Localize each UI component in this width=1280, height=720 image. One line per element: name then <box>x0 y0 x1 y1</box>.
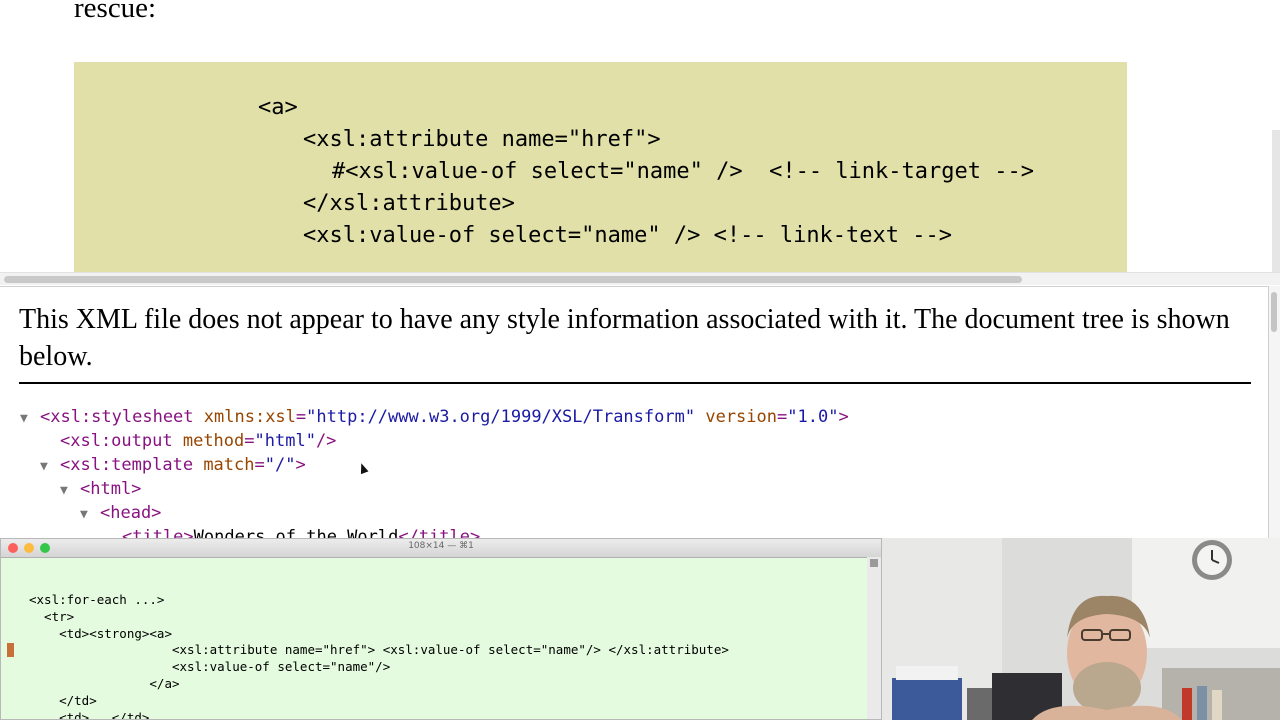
terminal-scrollbar[interactable] <box>867 557 881 719</box>
xml-open-tag: <xsl:stylesheet <box>40 407 194 427</box>
code-line: #<xsl:value-of select="name" /> <!-- lin… <box>332 159 1034 184</box>
slide-pane: rescue: <a> <xsl:attribute name="href"> … <box>0 0 1280 285</box>
presenter-webcam <box>882 538 1280 720</box>
xml-open-tag: <html> <box>80 479 142 499</box>
slide-horizontal-scrollbar[interactable] <box>0 272 1280 285</box>
xml-open-tag: <head> <box>100 503 162 523</box>
terminal-line: <xsl:value-of select="name"/> <box>29 659 391 675</box>
slide-intro-text: rescue: <box>74 0 157 24</box>
terminal-title: 108×14 — ⌘1 <box>408 541 474 551</box>
scroll-up-icon[interactable] <box>870 559 878 567</box>
xml-open-tag: <xsl:output <box>60 431 173 451</box>
collapse-toggle-icon[interactable]: ▼ <box>40 455 60 479</box>
scrollbar-thumb[interactable] <box>1271 292 1277 332</box>
terminal-cursor <box>7 643 14 657</box>
code-line: <xsl:attribute name="href"> <box>303 127 661 152</box>
scrollbar-thumb[interactable] <box>4 276 1022 283</box>
xml-attribute-value: "http://www.w3.org/1999/XSL/Transform" <box>306 407 696 427</box>
terminal-line: <td><strong><a> <box>29 625 172 641</box>
terminal-line: <xsl:attribute name="href"> <xsl:value-o… <box>29 642 729 658</box>
terminal-line: <tr> <box>29 608 75 624</box>
xml-attribute-name: xmlns:xsl <box>203 407 296 427</box>
xml-node-row: ▼ <xsl:template match="/"> <box>40 453 306 477</box>
xml-open-tag: <xsl:template <box>60 455 194 475</box>
terminal-line: </a> <box>29 676 180 691</box>
terminal-line: <td>...</td> <box>29 709 150 720</box>
xml-tag-close: /> <box>315 431 337 451</box>
code-line: <xsl:value-of select="name" /> <!-- link… <box>303 223 953 248</box>
xml-style-notice: This XML file does not appear to have an… <box>19 304 1230 372</box>
terminal-line: </td> <box>29 692 97 708</box>
xml-tree-view: This XML file does not appear to have an… <box>0 286 1268 539</box>
xml-attribute-value: "/" <box>264 455 296 475</box>
xml-attribute-value: "html" <box>254 431 316 451</box>
code-line: <a> <box>258 95 298 120</box>
xml-node-row: ▼ <head> <box>80 501 161 525</box>
xml-tag-close: > <box>838 407 849 427</box>
terminal-line: <xsl:for-each ...> <box>29 592 165 607</box>
slide-code-block: <a> <xsl:attribute name="href"> #<xsl:va… <box>74 62 1127 285</box>
terminal-window[interactable]: 108×14 — ⌘1 <xsl:for-each ...> <tr> <td>… <box>0 538 882 720</box>
xml-tag-close: > <box>295 455 306 475</box>
collapse-toggle-icon[interactable]: ▼ <box>80 503 100 527</box>
xml-node-row: ▼ <html> <box>60 477 141 501</box>
collapse-toggle-icon[interactable]: ▼ <box>60 479 80 503</box>
terminal-titlebar[interactable]: 108×14 — ⌘1 <box>1 539 881 558</box>
slide-vertical-scrollbar[interactable] <box>1272 130 1280 272</box>
xml-attribute-name: method <box>182 431 245 451</box>
code-line: </xsl:attribute> <box>303 191 515 216</box>
xml-node-row: <xsl:output method="html"/> <box>40 429 336 453</box>
collapse-toggle-icon[interactable]: ▼ <box>20 407 40 431</box>
xml-attribute-name: match <box>203 455 255 475</box>
xml-attribute-name: version <box>705 407 777 427</box>
xml-node-row: ▼ <xsl:stylesheet xmlns:xsl="http://www.w… <box>20 405 849 429</box>
divider <box>19 382 1251 384</box>
presenter-webcam-image <box>882 538 1280 720</box>
xml-attribute-value: "1.0" <box>787 407 839 427</box>
xml-node-row: <title>Wonders of the World</title> <box>102 525 480 539</box>
